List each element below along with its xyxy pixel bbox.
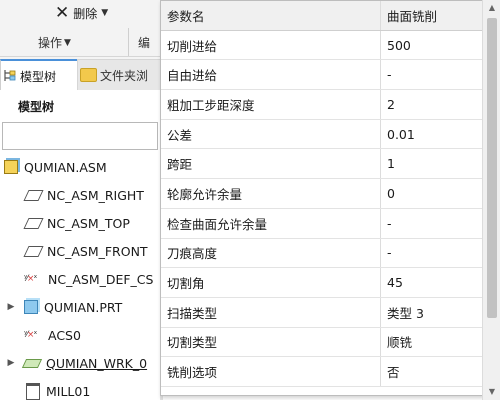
param-value-cell[interactable]: 否 xyxy=(380,356,483,387)
table-row[interactable]: 切削进给 500 xyxy=(161,30,483,61)
folder-icon xyxy=(80,68,97,82)
tree-item-label: NC_ASM_TOP xyxy=(47,215,130,231)
param-value-cell[interactable]: 2 xyxy=(380,89,483,120)
tree-item-mill01[interactable]: MILL01 xyxy=(26,380,90,400)
coordinate-system-icon: ʸ⁄×ˣ xyxy=(24,330,37,340)
navigator-tabs: 模型树 文件夹浏 xyxy=(0,57,160,91)
param-value-cell[interactable]: 1 xyxy=(380,148,483,180)
column-header-param-name: 参数名 xyxy=(161,1,381,31)
expand-arrow-icon[interactable]: ▶ xyxy=(6,302,16,312)
param-value-cell[interactable]: 45 xyxy=(380,267,483,298)
scrollbar-thumb[interactable] xyxy=(487,18,497,318)
panel-title: 模型树 xyxy=(18,100,55,114)
param-name-cell: 公差 xyxy=(161,119,381,150)
table-row[interactable]: 铣削选项否 xyxy=(161,356,483,387)
part-icon xyxy=(24,300,38,314)
tree-item-nc-asm-front[interactable]: NC_ASM_FRONT xyxy=(23,240,148,262)
param-value-cell[interactable]: 0 xyxy=(380,178,483,209)
delete-label: 删除 xyxy=(73,6,98,21)
search-input[interactable] xyxy=(2,122,158,150)
param-value-cell[interactable]: 顺铣 xyxy=(380,327,483,358)
mill-operation-icon xyxy=(26,382,40,400)
scroll-down-icon[interactable]: ▼ xyxy=(483,384,500,400)
tree-item-acs0[interactable]: ʸ⁄×ˣ ACS0 xyxy=(24,324,81,346)
param-name-cell: 自由进给 xyxy=(161,59,381,91)
tree-item-nc-asm-top[interactable]: NC_ASM_TOP xyxy=(23,212,130,234)
left-pane: ✕ 删除 ▼ 操作 ▼ 编 模型树 文件夹浏 模型树 QUMIAN.ASM NC… xyxy=(0,0,160,400)
vertical-scrollbar[interactable]: ▲ ▼ xyxy=(482,0,500,400)
datum-plane-icon xyxy=(23,217,44,229)
tab-model-tree[interactable]: 模型树 xyxy=(0,59,80,91)
tree-item-label: QUMIAN.ASM xyxy=(24,159,107,175)
table-row[interactable]: 切割角 45 xyxy=(161,267,483,298)
param-name-cell: 轮廓允许余量 xyxy=(161,178,381,209)
table-row[interactable]: 检查曲面允许余量 - xyxy=(161,208,483,239)
tree-item-label: QUMIAN.PRT xyxy=(44,299,123,315)
scroll-up-icon[interactable]: ▲ xyxy=(483,0,500,16)
tab-folder-browser-label: 文件夹浏 xyxy=(100,68,149,83)
edit-group-label: 编 xyxy=(138,36,151,50)
param-value-cell[interactable]: 类型 3 xyxy=(380,297,483,328)
tree-item-assembly[interactable]: QUMIAN.ASM xyxy=(4,156,107,178)
expand-arrow-icon[interactable]: ▶ xyxy=(6,358,16,368)
delete-button[interactable]: ✕ 删除 ▼ xyxy=(55,0,108,26)
parameters-table: 参数名 曲面铣削 切削进给 500 自由进给 - 粗加工步距深度 2 公差 0.01 跨… xyxy=(161,1,483,387)
param-name-cell: 切削进给 xyxy=(161,30,381,61)
table-row[interactable]: 轮廓允许余量 0 xyxy=(161,178,483,209)
model-tree-icon xyxy=(3,69,17,83)
param-value-cell[interactable]: - xyxy=(380,208,483,239)
tree-item-nc-asm-def-cs[interactable]: ʸ⁄×ˣ NC_ASM_DEF_CS xyxy=(24,268,153,290)
table-row[interactable]: 切割类型 顺铣 xyxy=(161,327,483,358)
tree-item-label: NC_ASM_RIGHT xyxy=(47,187,144,203)
table-row[interactable]: 粗加工步距深度 2 xyxy=(161,89,483,120)
param-value-cell[interactable]: - xyxy=(380,238,483,269)
coordinate-system-icon: ʸ⁄×ˣ xyxy=(24,274,37,284)
param-name-cell: 粗加工步距深度 xyxy=(161,89,381,120)
tree-item-label: MILL01 xyxy=(46,383,91,399)
table-row[interactable]: 扫描类型 类型 3 xyxy=(161,297,483,328)
tree-item-nc-asm-right[interactable]: NC_ASM_RIGHT xyxy=(23,184,144,206)
chevron-down-icon[interactable]: ▼ xyxy=(101,8,108,18)
tree-item-label: NC_ASM_DEF_CS xyxy=(48,271,154,287)
operations-group-label: 操作 xyxy=(38,36,63,50)
tree-item-label: ACS0 xyxy=(48,327,81,343)
tab-model-tree-label: 模型树 xyxy=(20,69,57,84)
table-header-row: 参数名 曲面铣削 xyxy=(161,1,483,31)
table-row[interactable]: 自由进给 - xyxy=(161,59,483,91)
model-tree-panel: 模型树 QUMIAN.ASM NC_ASM_RIGHT NC_ASM_TOP N… xyxy=(0,90,160,400)
param-name-cell: 切割类型 xyxy=(161,327,381,358)
ribbon-separator xyxy=(128,28,129,56)
param-name-cell: 切割角 xyxy=(161,267,381,298)
param-name-cell: 铣削选项 xyxy=(161,356,381,387)
parameters-popup: 参数名 曲面铣削 切削进给 500 自由进给 - 粗加工步距深度 2 公差 0.01 跨… xyxy=(160,0,484,396)
table-row[interactable]: 跨距 1 xyxy=(161,148,483,180)
table-row[interactable]: 公差 0.01 xyxy=(161,119,483,150)
tree-item-qumian-prt[interactable]: ▶ QUMIAN.PRT xyxy=(6,296,123,318)
param-name-cell: 检查曲面允许余量 xyxy=(161,208,381,239)
chevron-down-icon: ▼ xyxy=(64,37,71,48)
column-header-surface-milling: 曲面铣削 xyxy=(380,1,483,31)
param-name-cell: 跨距 xyxy=(161,148,381,180)
workpiece-icon xyxy=(21,358,43,368)
operations-group-menu[interactable]: 操作 ▼ xyxy=(38,34,71,51)
param-name-cell: 刀痕高度 xyxy=(161,238,381,269)
param-value-cell[interactable]: - xyxy=(380,59,483,91)
param-name-cell: 扫描类型 xyxy=(161,297,381,328)
param-value-cell[interactable]: 0.01 xyxy=(380,119,483,150)
table-row[interactable]: 刀痕高度 - xyxy=(161,238,483,269)
delete-icon: ✕ xyxy=(55,2,70,23)
edit-group-menu[interactable]: 编 xyxy=(138,34,150,51)
datum-plane-icon xyxy=(23,189,44,201)
tree-item-label: QUMIAN_WRK_0 xyxy=(46,355,148,371)
ribbon: ✕ 删除 ▼ 操作 ▼ 编 xyxy=(0,0,160,57)
param-value-cell[interactable]: 500 xyxy=(380,30,483,61)
tree-item-workpiece[interactable]: ▶ QUMIAN_WRK_0 xyxy=(6,352,148,374)
tree-item-label: NC_ASM_FRONT xyxy=(47,243,148,259)
assembly-icon xyxy=(4,160,18,174)
datum-plane-icon xyxy=(23,245,44,257)
tab-folder-browser[interactable]: 文件夹浏 xyxy=(77,59,160,91)
